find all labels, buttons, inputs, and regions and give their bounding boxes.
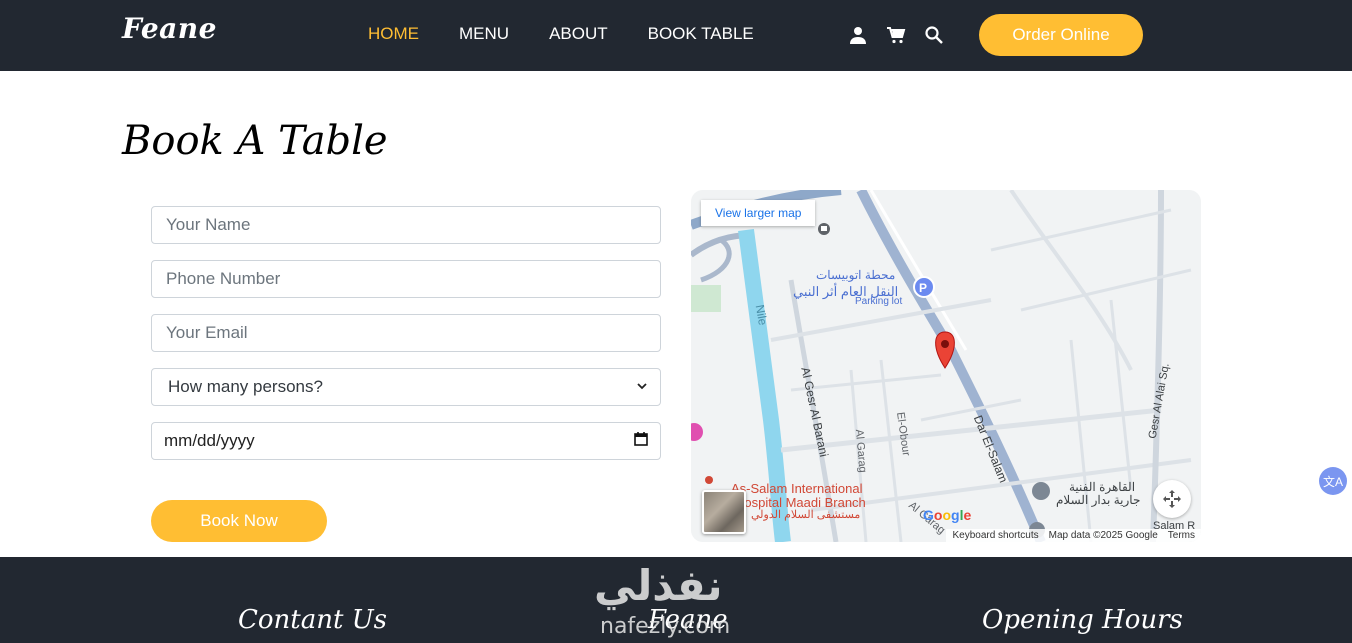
- google-logo: Google: [923, 507, 972, 523]
- watermark-url: nafezly.com: [600, 614, 731, 639]
- view-larger-map-link[interactable]: View larger map: [701, 200, 816, 226]
- map-footer: Keyboard shortcuts Map data ©2025 Google…: [946, 529, 1201, 542]
- terms-link[interactable]: Terms: [1168, 530, 1195, 541]
- google-map[interactable]: P View larger map محطة اتوبيسات النقل ال…: [691, 190, 1201, 542]
- nav-home[interactable]: HOME: [368, 24, 419, 44]
- footer-hours-heading: Opening Hours: [982, 605, 1183, 635]
- name-field[interactable]: [151, 206, 661, 244]
- cart-icon[interactable]: [886, 25, 906, 45]
- map-label-school: القاهرة الفنية: [1069, 480, 1136, 494]
- search-icon[interactable]: [924, 25, 944, 45]
- email-field[interactable]: [151, 314, 661, 352]
- phone-input[interactable]: [164, 268, 648, 290]
- page-title: Book A Table: [122, 118, 388, 164]
- logo[interactable]: Feane: [122, 12, 217, 45]
- fullscreen-icon[interactable]: [1153, 480, 1191, 518]
- footer-contact-heading: Contant Us: [238, 605, 387, 635]
- translate-button[interactable]: 文A: [1319, 467, 1347, 495]
- persons-select[interactable]: How many persons?: [151, 368, 661, 406]
- email-input[interactable]: [164, 322, 648, 344]
- phone-field[interactable]: [151, 260, 661, 298]
- chevron-down-icon: [636, 377, 648, 397]
- calendar-icon[interactable]: [634, 431, 648, 451]
- main-nav: HOME MENU ABOUT BOOK TABLE: [368, 24, 754, 44]
- satellite-toggle[interactable]: [702, 490, 746, 534]
- nav-menu[interactable]: MENU: [459, 24, 509, 44]
- svg-text:P: P: [919, 281, 927, 295]
- persons-select-value: How many persons?: [168, 377, 323, 396]
- map-label-hospital: As-Salam International: [731, 481, 863, 496]
- book-now-button[interactable]: Book Now: [151, 500, 327, 542]
- map-label-parking: Parking lot: [855, 296, 903, 307]
- map-label-hospital-ar: مستشفى السلام الدولي: [751, 509, 861, 521]
- nav-book-table[interactable]: BOOK TABLE: [648, 24, 754, 44]
- name-input[interactable]: [164, 214, 648, 236]
- date-field[interactable]: mm/dd/yyyy: [151, 422, 661, 460]
- map-label-bus-station: محطة اتوبيسات: [816, 268, 896, 282]
- map-data-text: Map data ©2025 Google: [1048, 530, 1158, 541]
- order-online-button[interactable]: Order Online: [979, 14, 1143, 56]
- date-placeholder: mm/dd/yyyy: [164, 431, 255, 450]
- site-header: Feane HOME MENU ABOUT BOOK TABLE Order O…: [0, 0, 1352, 71]
- keyboard-shortcuts-link[interactable]: Keyboard shortcuts: [952, 530, 1038, 541]
- user-icon[interactable]: [848, 25, 868, 45]
- map-label-school-2: جارية بدار السلام: [1056, 493, 1141, 507]
- nav-about[interactable]: ABOUT: [549, 24, 608, 44]
- header-icons: [848, 25, 944, 45]
- watermark-logo: نفذلي: [594, 561, 723, 610]
